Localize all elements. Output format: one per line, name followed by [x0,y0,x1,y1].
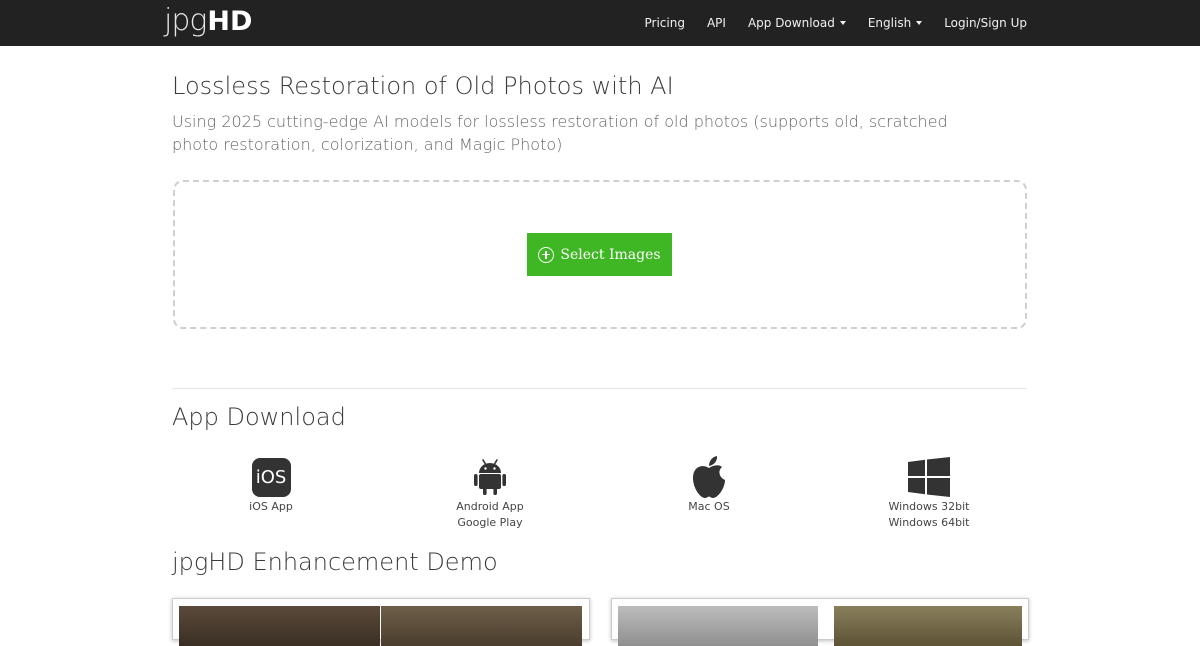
nav-links: Pricing API App Download English Login/S… [623,0,1028,46]
google-play-label: Google Play [457,516,523,529]
nav-app-download-label: App Download [747,16,835,30]
demo-before-image [618,606,818,646]
ios-icon: iOS [251,457,291,497]
android-icon [474,459,506,495]
app-download-list: iOS iOS App Android App Google Play Mac … [172,455,1027,545]
caret-down-icon [839,21,846,25]
section-divider [172,388,1027,389]
mac-os-label: Mac OS [688,500,730,513]
top-navbar: jpg HD Pricing API App Download English L… [0,0,1200,46]
apple-icon [693,456,725,498]
select-images-button[interactable]: Select Images [527,233,672,276]
android-app-link[interactable]: Android App Google Play [420,455,560,531]
demo-image-card[interactable] [611,598,1029,646]
nav-login-link[interactable]: Login/Sign Up [944,16,1027,30]
windows-32bit-label: Windows 32bit [888,500,970,513]
android-app-label: Android App [456,500,524,513]
select-images-label: Select Images [560,246,661,263]
nav-pricing-link[interactable]: Pricing [645,16,685,30]
nav-api-link[interactable]: API [707,16,726,30]
nav-app-download-dropdown[interactable]: App Download [748,16,846,30]
ios-app-label: iOS App [249,500,293,513]
nav-language-dropdown[interactable]: English [867,16,923,30]
demo-image-card[interactable] [172,598,590,646]
caret-down-icon [916,21,923,25]
mac-os-link[interactable]: Mac OS [639,455,779,515]
nav-language-label: English [867,16,912,30]
page-title: Lossless Restoration of Old Photos with … [172,72,674,100]
site-logo[interactable]: jpg HD [164,2,252,42]
logo-text-hd: HD [207,6,253,37]
demo-after-image [834,606,1022,646]
windows-icon [908,457,950,497]
demo-after-image [381,606,582,646]
app-download-title: App Download [172,403,346,431]
demo-before-image [179,606,380,646]
windows-app-link[interactable]: Windows 32bit Windows 64bit [859,455,999,531]
ios-app-link[interactable]: iOS iOS App [201,455,341,515]
windows-64bit-label: Windows 64bit [888,516,970,529]
demo-title: jpgHD Enhancement Demo [172,548,498,576]
page-subtitle: Using 2025 cutting-edge AI models for lo… [172,112,948,154]
plus-circle-icon [538,246,555,263]
logo-text-jpg: jpg [164,3,207,38]
